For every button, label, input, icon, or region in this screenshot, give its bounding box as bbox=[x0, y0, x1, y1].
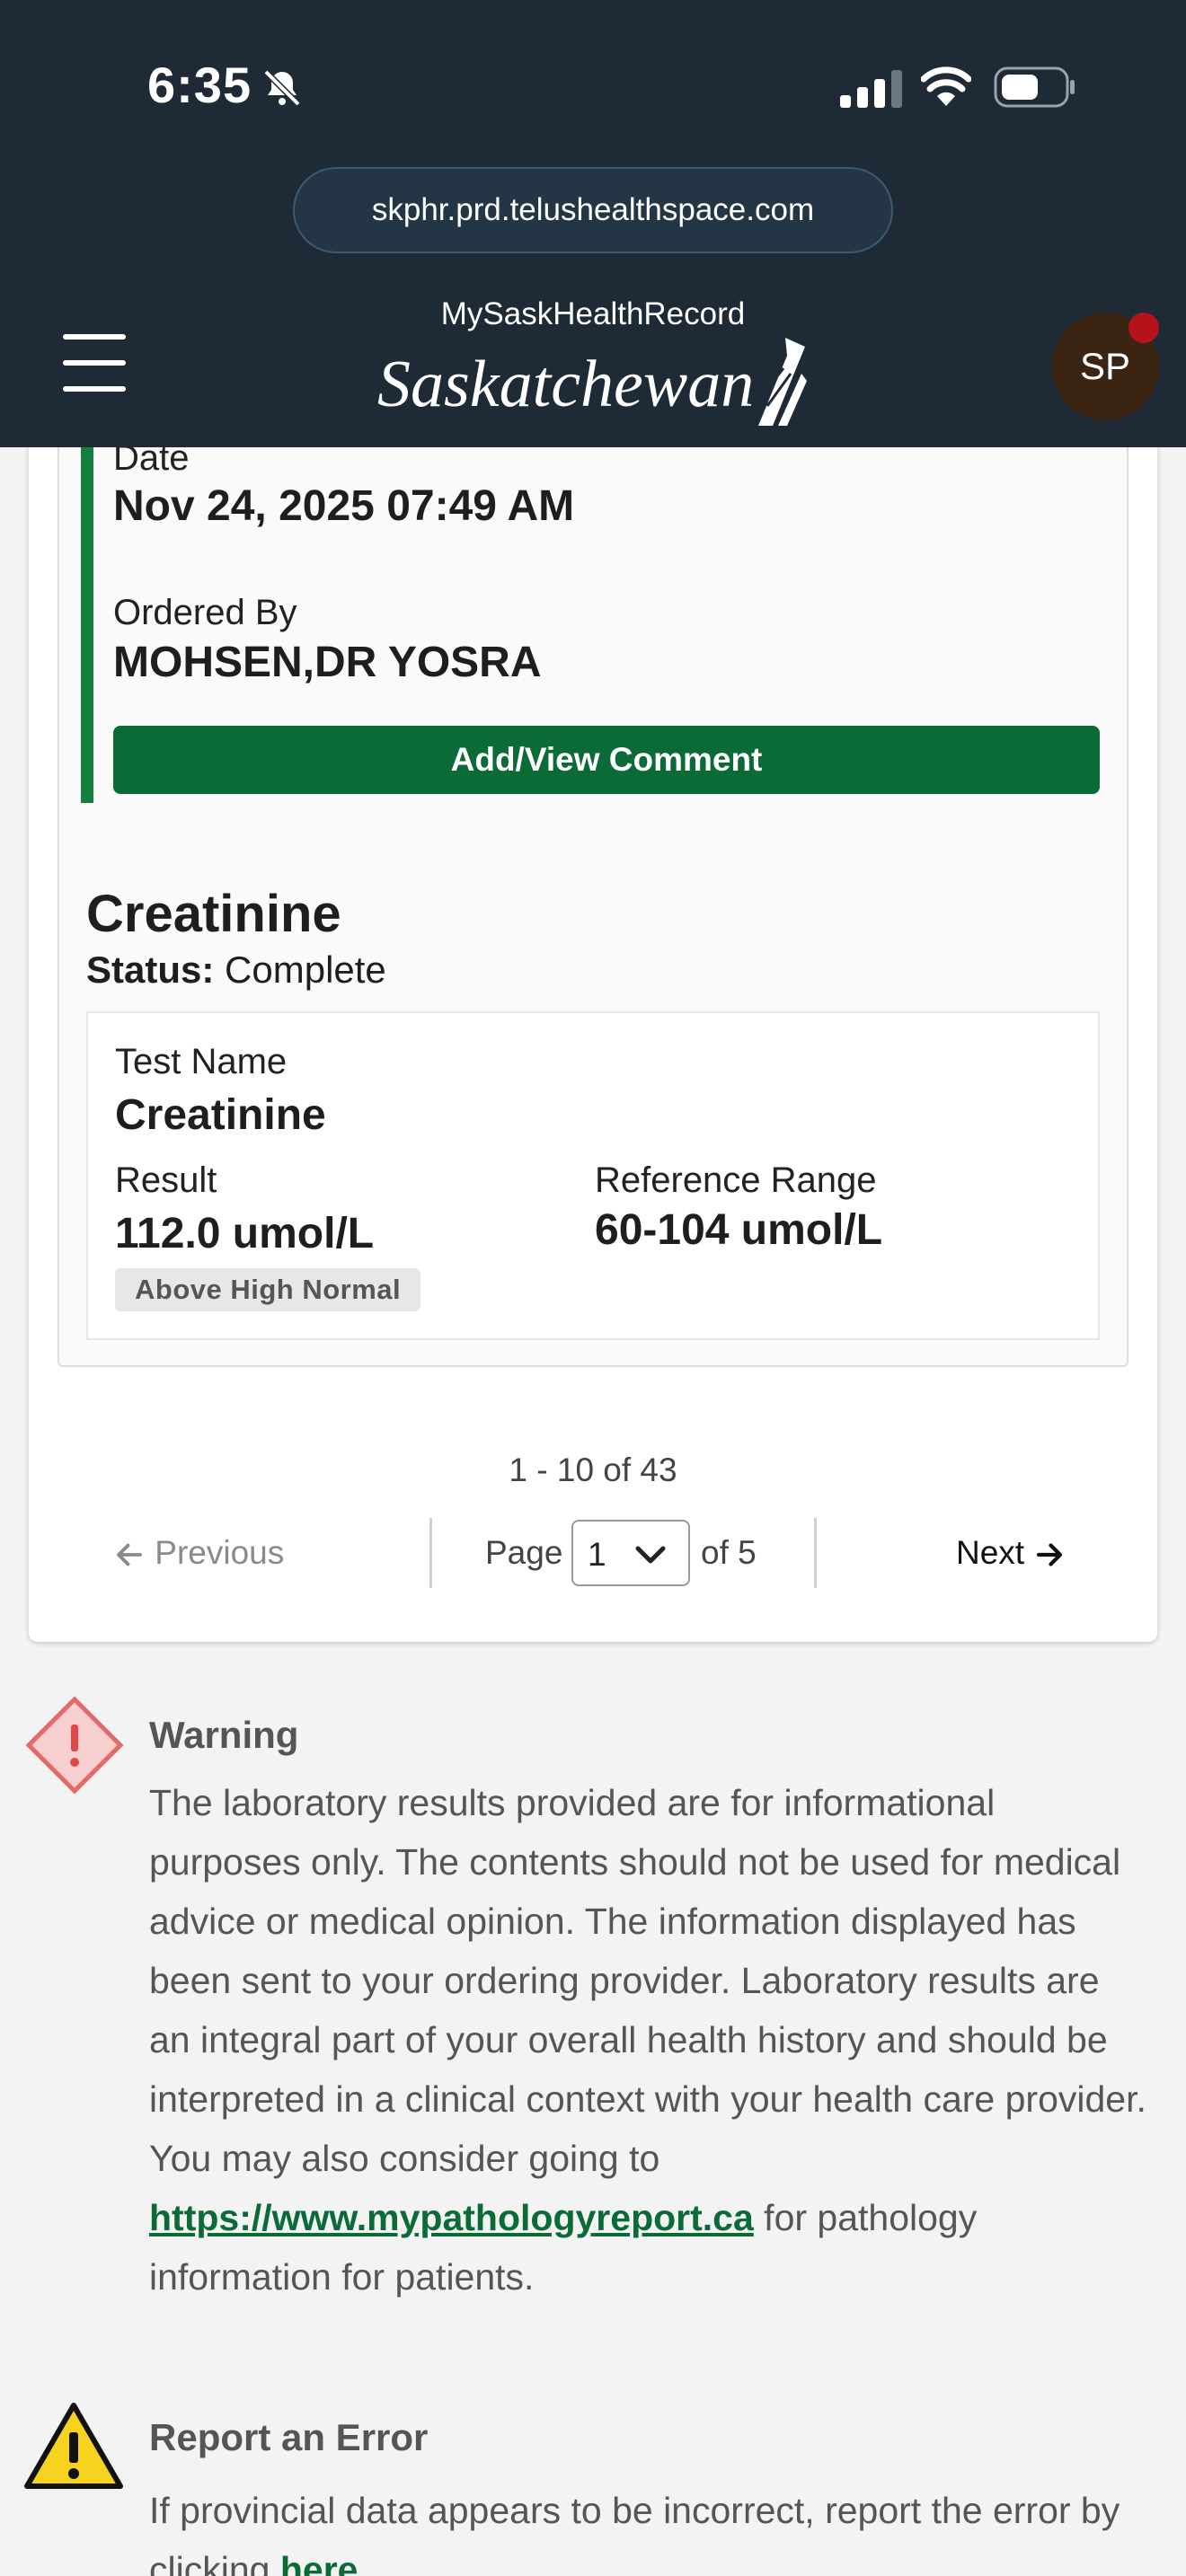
page: 6:35 skphr.prd.telushealthspace.com MySa… bbox=[0, 0, 1186, 2576]
report-error-link[interactable]: here bbox=[280, 2549, 358, 2576]
result-flag-badge: Above High Normal bbox=[115, 1268, 421, 1311]
page-select[interactable]: 1 bbox=[571, 1520, 690, 1586]
page-total: of 5 bbox=[701, 1534, 757, 1571]
date-value: Nov 24, 2025 07:49 AM bbox=[113, 482, 575, 530]
pagination-divider bbox=[814, 1518, 817, 1588]
notification-dot bbox=[1128, 313, 1159, 343]
reference-range-value: 60-104 umol/L bbox=[595, 1206, 883, 1254]
warning-triangle-icon bbox=[24, 2403, 123, 2489]
menu-icon[interactable] bbox=[63, 334, 126, 393]
report-error-text: If provincial data appears to be incorre… bbox=[149, 2481, 1146, 2576]
next-label: Next bbox=[956, 1534, 1025, 1571]
arrow-right-icon bbox=[1037, 1543, 1063, 1566]
page-label: Page bbox=[485, 1534, 563, 1571]
arrow-left-icon bbox=[117, 1543, 142, 1566]
previous-label: Previous bbox=[155, 1534, 285, 1571]
ordered-by-label: Ordered By bbox=[113, 593, 297, 632]
order-status-bar bbox=[81, 422, 93, 803]
warning-diamond-icon bbox=[25, 1696, 124, 1795]
ordered-by-value: MOHSEN,DR YOSRA bbox=[113, 639, 542, 686]
app-name: MySaskHealthRecord bbox=[440, 296, 746, 331]
warning-body: The laboratory results provided are for … bbox=[149, 1782, 1146, 2179]
pathology-report-link[interactable]: https://www.mypathologyreport.ca bbox=[149, 2197, 754, 2238]
result-value: 112.0 umol/L bbox=[115, 1210, 375, 1257]
bell-off-icon bbox=[263, 69, 301, 107]
test-name-label: Test Name bbox=[115, 1042, 288, 1081]
saskatchewan-logo-icon bbox=[758, 338, 807, 426]
status-label: Status: bbox=[86, 948, 215, 991]
battery-icon bbox=[994, 66, 1075, 108]
test-status: Status: Complete bbox=[86, 948, 386, 992]
next-button[interactable]: Next bbox=[956, 1534, 1066, 1572]
test-name-value: Creatinine bbox=[115, 1091, 326, 1139]
logo-text: Saskatchewan bbox=[377, 348, 755, 421]
previous-button[interactable]: Previous bbox=[113, 1534, 284, 1572]
top-header: 6:35 skphr.prd.telushealthspace.com MySa… bbox=[0, 0, 1186, 447]
signal-icon bbox=[840, 70, 902, 108]
add-view-comment-button[interactable]: Add/View Comment bbox=[113, 726, 1100, 794]
warning-title: Warning bbox=[149, 1714, 299, 1756]
saskatchewan-logo[interactable]: Saskatchewan bbox=[377, 338, 807, 437]
status-time: 6:35 bbox=[147, 57, 252, 113]
reference-range-label: Reference Range bbox=[595, 1160, 877, 1200]
url-bar[interactable]: skphr.prd.telushealthspace.com bbox=[293, 167, 893, 253]
pagination-divider bbox=[429, 1518, 432, 1588]
pagination-range: 1 - 10 of 43 bbox=[509, 1451, 677, 1488]
page-select-value: 1 bbox=[588, 1536, 606, 1573]
wifi-icon bbox=[921, 66, 971, 106]
result-label: Result bbox=[115, 1160, 217, 1200]
warning-text: The laboratory results provided are for … bbox=[149, 1773, 1146, 2307]
test-section-title: Creatinine bbox=[86, 885, 341, 943]
chevron-down-icon bbox=[635, 1546, 666, 1564]
report-error-title: Report an Error bbox=[149, 2416, 429, 2458]
status-value: Complete bbox=[225, 948, 386, 991]
